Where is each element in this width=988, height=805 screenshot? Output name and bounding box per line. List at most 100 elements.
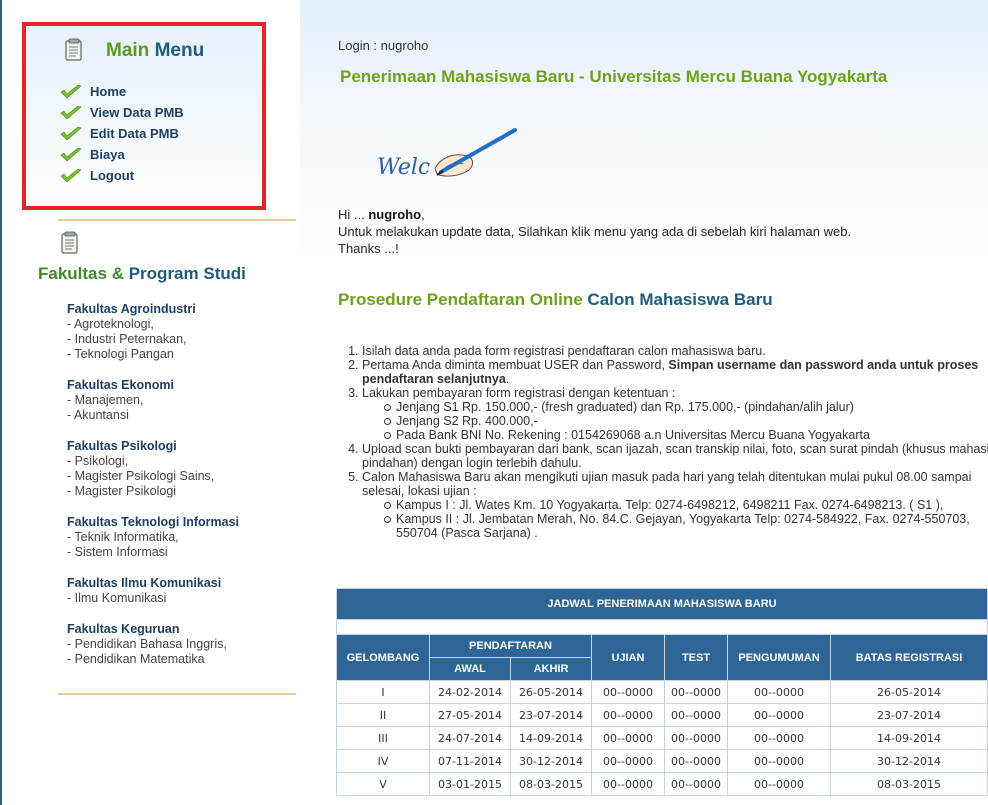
checkmark-icon — [60, 147, 82, 161]
step-sublist: Jenjang S1 Rp. 150.000,- (fresh graduate… — [362, 400, 988, 442]
procedure-steps: Isilah data anda pada form registrasi pe… — [338, 344, 988, 540]
menu-link-view-data-pmb[interactable]: View Data PMB — [90, 105, 184, 120]
fakultas-name: Fakultas Teknologi Informasi — [67, 515, 240, 529]
fakultas-title-part-2: Program Studi — [128, 264, 246, 283]
cell-batas: 23-07-2014 — [830, 703, 988, 727]
cell-ujian: 00--0000 — [591, 772, 665, 796]
cell-gelombang: III — [336, 726, 430, 750]
fakultas-name: Fakultas Ekonomi — [67, 378, 174, 392]
cell-test: 00--0000 — [664, 772, 728, 796]
step-text: Pertama Anda diminta membuat USER dan Pa… — [362, 358, 665, 372]
step-subitem: Kampus II : Jl. Jembatan Merah, No. 84.C… — [384, 512, 988, 540]
program-item: - Pendidikan Matematika — [67, 652, 205, 666]
login-status: Login : nugroho — [338, 38, 428, 53]
pen-hand-icon — [434, 128, 517, 177]
welcome-image: Welc — [377, 128, 517, 180]
program-item: - Sistem Informasi — [67, 545, 168, 559]
program-item: - Ilmu Komunikasi — [67, 591, 167, 605]
column-header-gelombang: GELOMBANG — [336, 634, 430, 681]
menu-item-home[interactable]: Home — [60, 81, 184, 102]
greeting-line-2: Untuk melakukan update data, Silahkan kl… — [338, 224, 852, 239]
cell-ujian: 00--0000 — [591, 703, 665, 727]
fakultas-list: Fakultas Agroindustri - Agroteknologi, -… — [67, 302, 297, 683]
main-menu-panel: Main Menu Home View Data PMB Edit Data P… — [22, 22, 266, 210]
cell-pengumuman: 00--0000 — [727, 680, 831, 704]
greeting-block: Hi ... nugroho, Untuk melakukan update d… — [338, 206, 978, 257]
cell-test: 00--0000 — [664, 680, 728, 704]
column-header-ujian: UJIAN — [591, 634, 665, 681]
program-item: - Agroteknologi, — [67, 317, 154, 331]
cell-gelombang: V — [336, 772, 430, 796]
table-caption-row: JADWAL PENERIMAAN MAHASISWA BARU — [336, 588, 988, 620]
step-text: Calon Mahasiswa Baru akan mengikuti ujia… — [362, 470, 972, 498]
menu-link-biaya[interactable]: Biaya — [90, 147, 125, 162]
menu-link-logout[interactable]: Logout — [90, 168, 134, 183]
table-spacer-row — [336, 619, 988, 635]
cell-ujian: 00--0000 — [591, 726, 665, 750]
step-subitem: Jenjang S1 Rp. 150.000,- (fresh graduate… — [384, 400, 988, 414]
cell-awal: 07-11-2014 — [429, 749, 511, 773]
column-header-awal: AWAL — [429, 657, 511, 681]
cell-pengumuman: 00--0000 — [727, 772, 831, 796]
cell-gelombang: I — [336, 680, 430, 704]
procedure-title: Prosedure Pendaftaran Online Calon Mahas… — [338, 290, 773, 310]
cell-ujian: 00--0000 — [591, 680, 665, 704]
menu-link-home[interactable]: Home — [90, 84, 126, 99]
cell-akhir: 08-03-2015 — [510, 772, 592, 796]
schedule-table: JADWAL PENERIMAAN MAHASISWA BARU GELOMBA… — [336, 588, 988, 796]
cell-awal: 24-07-2014 — [429, 726, 511, 750]
document-icon — [61, 231, 78, 254]
step-subitem: Pada Bank BNI No. Rekening : 0154269068 … — [384, 428, 988, 442]
column-header-akhir: AKHIR — [510, 657, 592, 681]
checkmark-icon — [60, 84, 82, 98]
cell-akhir: 14-09-2014 — [510, 726, 592, 750]
main-menu-list: Home View Data PMB Edit Data PMB Biaya L… — [60, 81, 184, 186]
checkmark-icon — [60, 168, 82, 182]
program-item: - Pendidikan Bahasa Inggris, — [67, 637, 227, 651]
cell-batas: 30-12-2014 — [830, 749, 988, 773]
cell-akhir: 26-05-2014 — [510, 680, 592, 704]
main-content: Login : nugroho Penerimaan Mahasiswa Bar… — [300, 0, 988, 805]
menu-item-biaya[interactable]: Biaya — [60, 144, 184, 165]
cell-pengumuman: 00--0000 — [727, 749, 831, 773]
fakultas-group: Fakultas Psikologi - Psikologi, - Magist… — [67, 439, 297, 499]
document-icon — [65, 38, 82, 61]
table-row: V 03-01-2015 08-03-2015 00--0000 00--000… — [336, 772, 988, 796]
fakultas-group: Fakultas Keguruan - Pendidikan Bahasa In… — [67, 622, 297, 667]
step-item: Lakukan pembayaran form registrasi denga… — [362, 386, 988, 442]
menu-item-view-data-pmb[interactable]: View Data PMB — [60, 102, 184, 123]
step-item: Upload scan bukti pembayaran dari bank, … — [362, 442, 988, 470]
program-item: - Teknologi Pangan — [67, 347, 174, 361]
fakultas-title-part-1: Fakultas & — [38, 264, 124, 283]
fakultas-name: Fakultas Keguruan — [67, 622, 180, 636]
fakultas-section-title: Fakultas & Program Studi — [38, 264, 246, 284]
menu-item-logout[interactable]: Logout — [60, 165, 184, 186]
program-item: - Teknik Informatika, — [67, 530, 179, 544]
table-row: II 27-05-2014 23-07-2014 00--0000 00--00… — [336, 703, 988, 727]
table-row: I 24-02-2014 26-05-2014 00--0000 00--000… — [336, 680, 988, 704]
menu-item-edit-data-pmb[interactable]: Edit Data PMB — [60, 123, 184, 144]
step-item: Calon Mahasiswa Baru akan mengikuti ujia… — [362, 470, 988, 540]
login-username: nugroho — [380, 38, 429, 53]
checkmark-icon — [60, 105, 82, 119]
greeting-hi: Hi ... — [338, 207, 365, 222]
page-title: Penerimaan Mahasiswa Baru - Universitas … — [340, 67, 888, 86]
fakultas-group: Fakultas Teknologi Informasi - Teknik In… — [67, 515, 297, 560]
fakultas-group: Fakultas Agroindustri - Agroteknologi, -… — [67, 302, 297, 362]
step-subitem: Jenjang S2 Rp. 400.000,- — [384, 414, 988, 428]
menu-link-edit-data-pmb[interactable]: Edit Data PMB — [90, 126, 179, 141]
program-item: - Magister Psikologi Sains, — [67, 469, 215, 483]
cell-batas: 14-09-2014 — [830, 726, 988, 750]
cell-batas: 08-03-2015 — [830, 772, 988, 796]
column-header-pengumuman: PENGUMUMAN — [727, 634, 831, 681]
checkmark-icon — [60, 126, 82, 140]
column-header-test: TEST — [664, 634, 728, 681]
cell-akhir: 30-12-2014 — [510, 749, 592, 773]
program-item: - Akuntansi — [67, 408, 129, 422]
program-item: - Psikologi, — [67, 454, 129, 468]
fakultas-name: Fakultas Agroindustri — [67, 302, 196, 316]
table-row: IV 07-11-2014 30-12-2014 00--0000 00--00… — [336, 749, 988, 773]
cell-test: 00--0000 — [664, 749, 728, 773]
cell-batas: 26-05-2014 — [830, 680, 988, 704]
program-item: - Magister Psikologi — [67, 484, 177, 498]
